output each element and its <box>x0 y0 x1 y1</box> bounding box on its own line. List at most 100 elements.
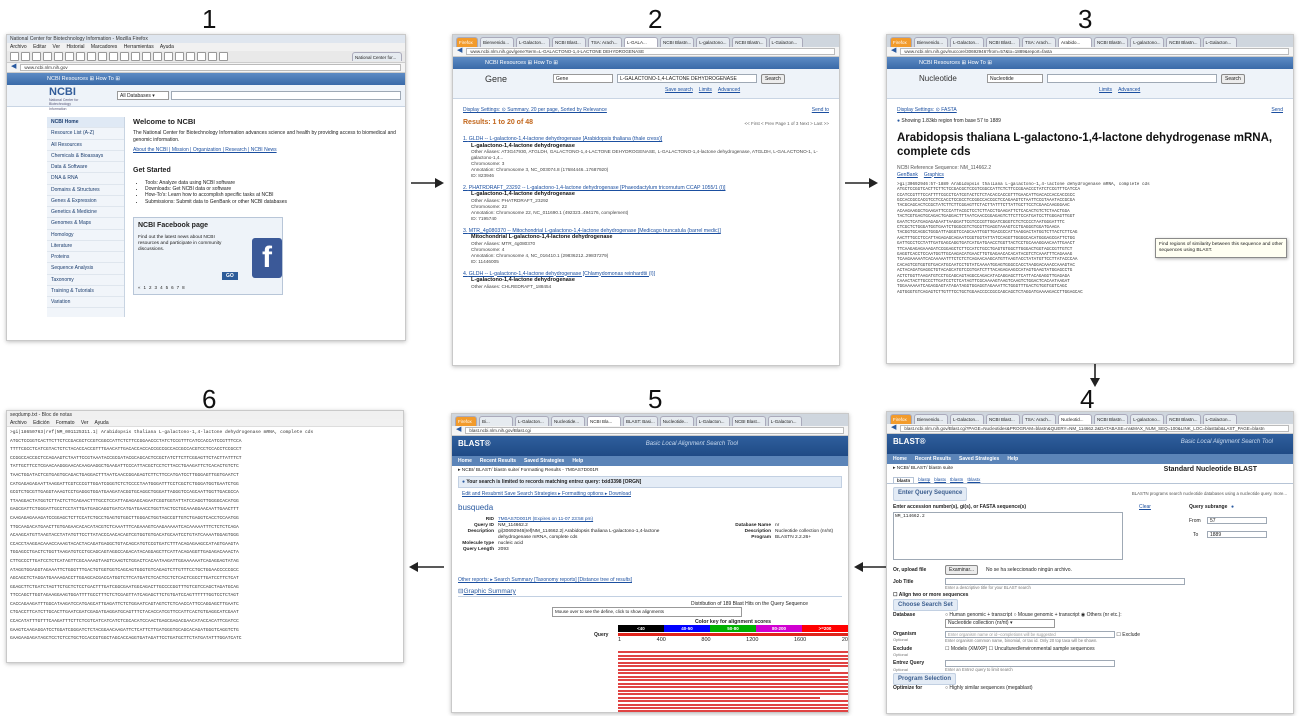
entrez-input[interactable] <box>945 660 1115 668</box>
browser-tab[interactable]: L-galactono... <box>696 37 731 47</box>
menu-editar[interactable]: Editar <box>33 44 46 50</box>
bookmark-icon[interactable] <box>197 52 206 61</box>
sidebar-item-all-resources[interactable]: All Resources <box>47 140 124 151</box>
breadcrumb[interactable]: ▸ NCBI/ BLAST/ blastn suite <box>893 466 953 475</box>
sidebar-item-proteins[interactable]: Proteins <box>47 252 124 264</box>
alignment-hit-bar[interactable] <box>618 689 848 692</box>
notepad-text[interactable]: >gi|18650763|ref|NM_001125311.1| Arabido… <box>7 427 403 646</box>
bookmark-icon[interactable] <box>87 52 96 61</box>
sidebar-item-genetics[interactable]: Genetics & Medicine <box>47 207 124 219</box>
bookmark-icon[interactable] <box>21 52 30 61</box>
get-started-item[interactable]: Submissions: Submit data to GenBank or o… <box>145 199 397 205</box>
bookmark-icon[interactable] <box>54 52 63 61</box>
bookmark-icon[interactable] <box>153 52 162 61</box>
url-field[interactable]: blast.ncbi.nlm.nih.gov/Blast.cgi <box>465 427 844 434</box>
browser-tab[interactable]: TSA: Arach... <box>1022 414 1056 424</box>
alignment-hit-bar[interactable] <box>618 672 848 675</box>
bookmark-icon[interactable] <box>208 52 217 61</box>
sidebar-item-training[interactable]: Training & Tutorials <box>47 286 124 297</box>
alignment-hit-bar[interactable] <box>618 679 848 682</box>
tab-tblastx[interactable]: tblastx <box>967 477 980 484</box>
pager-item[interactable]: 5 <box>166 285 169 291</box>
database-select[interactable]: All Databases ▾ <box>117 91 169 100</box>
sidebar-item-data-software[interactable]: Data & Software <box>47 162 124 174</box>
help-icon[interactable]: ● <box>1231 504 1234 510</box>
sidebar-item-dna-rna[interactable]: DNA & RNA <box>47 173 124 185</box>
edit-links[interactable]: Edit and Resubmit Save Search Strategies… <box>458 488 842 500</box>
alignment-hit-bar[interactable] <box>618 706 848 710</box>
alignment-hit-bar[interactable] <box>618 658 848 661</box>
browser-tab[interactable]: L-Galacton... <box>1202 414 1237 424</box>
browser-tab[interactable]: L-galactono... <box>1130 37 1165 47</box>
tab-tblastn[interactable]: tblastn <box>950 477 963 484</box>
from-field[interactable]: 57 <box>1207 516 1267 524</box>
browser-tab[interactable]: National Center for... <box>352 52 402 61</box>
browser-tab[interactable]: L-Galacton... <box>768 37 803 47</box>
sidebar-item-resource-list[interactable]: Resource List (A-Z) <box>47 128 124 140</box>
bookmark-icon[interactable] <box>142 52 151 61</box>
breadcrumb[interactable]: ▸ NCBI/ BLAST/ blastn suite/ Formatting … <box>452 466 848 476</box>
browser-tab-active[interactable]: NCBI Bla... <box>587 416 621 426</box>
nav-recent-results[interactable]: Recent Results <box>480 458 516 464</box>
result-title[interactable]: GLDH -- L-galactono-1,4-lactone dehydrog… <box>469 136 662 142</box>
pager-item[interactable]: 7 <box>177 285 180 291</box>
send-to-link[interactable]: Send <box>1271 107 1283 113</box>
job-title-input[interactable] <box>945 578 1185 586</box>
url-field[interactable]: www.ncbi.nlm.nih.gov/gene?term=L-GALACTO… <box>466 48 835 55</box>
menu-edicion[interactable]: Edición <box>33 420 49 426</box>
alignment-hit-bar[interactable] <box>618 654 848 657</box>
results-pager[interactable]: << First < Prev Page 1 of 3 Next > Last … <box>744 121 829 127</box>
pager-prev[interactable]: « <box>138 285 141 291</box>
graphic-summary-head[interactable]: ⊟Graphic Summary <box>458 588 842 597</box>
limits-link[interactable]: Limits <box>699 87 712 93</box>
bookmark-icon[interactable] <box>10 52 19 61</box>
browser-tab[interactable]: NCBI Blastn... <box>732 37 767 47</box>
graphics-link[interactable]: Graphics <box>924 172 944 178</box>
browse-button[interactable]: Examinar... <box>945 564 979 576</box>
back-arrow-icon[interactable]: ◀ <box>456 426 461 435</box>
browser-tab[interactable]: L-Galacton... <box>515 416 549 426</box>
bookmark-icon[interactable] <box>120 52 129 61</box>
bookmark-icon[interactable] <box>175 52 184 61</box>
uncultured-checkbox[interactable]: ☐ <box>989 646 993 652</box>
pager-item[interactable]: 1 <box>144 285 147 291</box>
browser-tab[interactable]: Bi... <box>479 416 513 426</box>
browser-tab[interactable]: TSA: Arach... <box>1022 37 1056 47</box>
radio-human[interactable]: ○ <box>945 612 948 618</box>
search-button[interactable]: Search <box>1221 74 1245 85</box>
pager-item[interactable]: 6 <box>171 285 174 291</box>
back-arrow-icon[interactable]: ◀ <box>891 47 896 56</box>
sidebar-item-literature[interactable]: Literature <box>47 241 124 252</box>
browser-tab[interactable]: L-galactono... <box>1130 414 1165 424</box>
db-select[interactable]: Nucleotide <box>987 74 1043 83</box>
facebook-logo-icon[interactable]: f <box>252 238 282 278</box>
display-settings-link[interactable]: Display Settings: ⊙ FASTA <box>897 107 957 113</box>
browser-tab[interactable]: L-Galacton... <box>767 416 802 426</box>
nav-help[interactable]: Help <box>572 458 583 464</box>
exclude-checkbox[interactable]: ☐ <box>1116 632 1120 638</box>
search-input[interactable] <box>1047 74 1217 83</box>
clear-link[interactable]: Clear <box>1139 504 1151 510</box>
back-arrow-icon[interactable]: ◀ <box>11 63 16 72</box>
models-checkbox[interactable]: ☐ <box>945 646 949 652</box>
bookmark-icon[interactable] <box>109 52 118 61</box>
align-two-checkbox[interactable]: ☐ <box>893 592 897 598</box>
bookmark-icon[interactable] <box>131 52 140 61</box>
browser-tab[interactable]: NCBI Blast... <box>552 37 586 47</box>
pager-item[interactable]: 8 <box>182 285 185 291</box>
save-search-link[interactable]: Save search <box>665 87 693 93</box>
db-select[interactable]: Gene <box>553 74 613 83</box>
browser-tab-active[interactable]: Arabido... <box>1058 37 1092 47</box>
url-field[interactable]: www.ncbi.nlm.nih.gov/nuccore/30692946?fr… <box>900 48 1289 55</box>
bookmark-icon[interactable] <box>32 52 41 61</box>
browser-tab[interactable]: NCBI Blast... <box>986 414 1020 424</box>
browser-tab[interactable]: NCBI Blastn... <box>1094 37 1129 47</box>
sidebar-item-genes[interactable]: Genes & Expression <box>47 196 124 207</box>
query-textarea[interactable]: NM_114662.2 <box>893 511 1123 560</box>
sidebar-item-variation[interactable]: Variation <box>47 297 124 309</box>
tab-blastp[interactable]: blastp <box>918 477 930 484</box>
to-field[interactable]: 1889 <box>1207 530 1267 538</box>
result-title[interactable]: PHATRDRAFT_23292 -- L-galactono-1,4-lact… <box>469 185 726 191</box>
about-links[interactable]: About the NCBI | Mission | Organization … <box>133 147 397 153</box>
browser-tab[interactable]: TSA: Arach... <box>588 37 622 47</box>
